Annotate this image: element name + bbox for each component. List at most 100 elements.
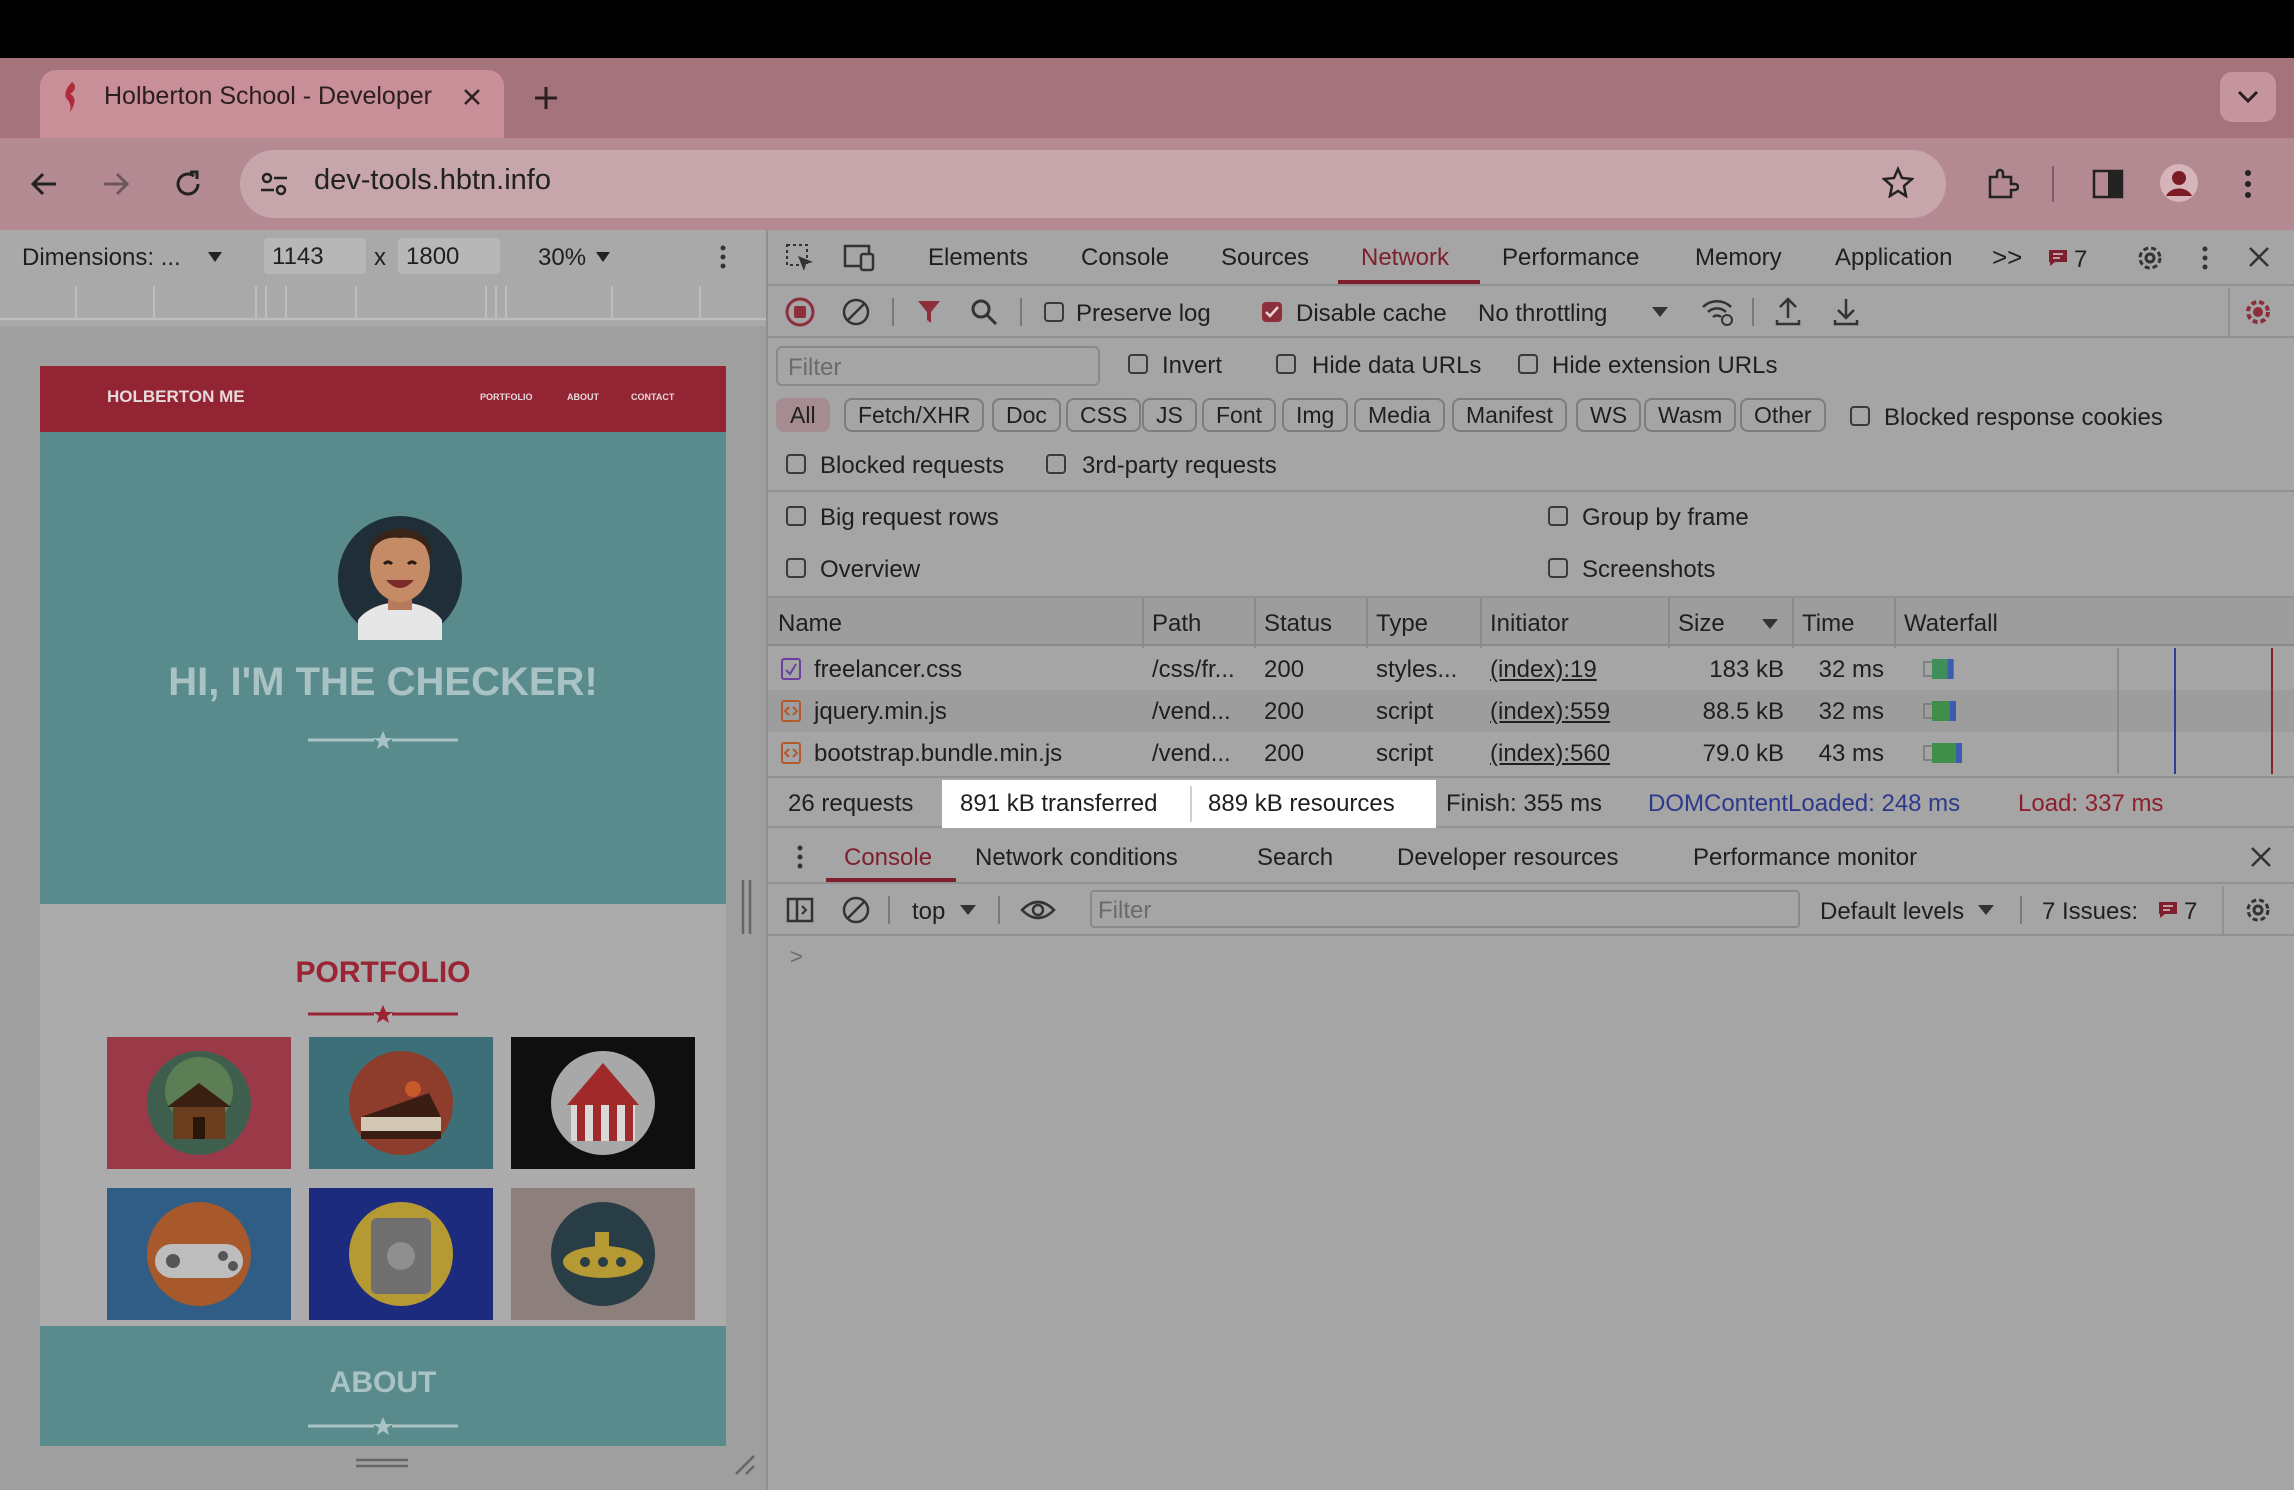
close-tab-icon[interactable] (456, 80, 488, 114)
issues-message-icon[interactable] (2046, 246, 2070, 270)
third-party-checkbox[interactable] (1046, 454, 1066, 474)
zoom-dropdown-icon[interactable] (594, 246, 612, 268)
throttling-dropdown-icon[interactable] (1650, 302, 1670, 322)
portfolio-tile-cabin[interactable] (107, 1037, 291, 1169)
log-levels-select[interactable]: Default levels (1820, 898, 1964, 926)
dimensions-dropdown-icon[interactable] (204, 246, 226, 268)
column-header-type[interactable]: Type (1376, 610, 1428, 638)
screenshots-checkbox[interactable] (1548, 558, 1568, 578)
filter-type-wasm[interactable]: Wasm (1644, 398, 1737, 432)
blocked-requests-checkbox[interactable] (786, 454, 806, 474)
console-issues-count[interactable]: 7 (2184, 898, 2197, 926)
console-filter-input[interactable]: Filter (1090, 890, 1800, 928)
sort-descending-icon[interactable] (1760, 614, 1780, 634)
network-settings-icon[interactable] (2240, 294, 2276, 330)
filter-type-js[interactable]: JS (1142, 398, 1197, 432)
search-icon[interactable] (968, 296, 1000, 328)
console-sidebar-icon[interactable] (784, 894, 816, 926)
drawer-tab-search[interactable]: Search (1257, 844, 1333, 872)
record-stop-icon[interactable] (784, 296, 816, 328)
drawer-tab-developer-resources[interactable]: Developer resources (1397, 844, 1618, 872)
close-devtools-icon[interactable] (2244, 242, 2274, 272)
portfolio-tile-circus[interactable] (511, 1037, 695, 1169)
column-header-status[interactable]: Status (1264, 610, 1332, 638)
filter-type-css[interactable]: CSS (1066, 398, 1142, 432)
extensions-icon[interactable] (1980, 162, 2024, 206)
close-drawer-icon[interactable] (2246, 842, 2276, 872)
column-header-size[interactable]: Size (1678, 610, 1725, 638)
height-input[interactable]: 1800 (398, 238, 500, 274)
request-name[interactable]: bootstrap.bundle.min.js (814, 740, 1062, 768)
tab-elements[interactable]: Elements (928, 244, 1028, 272)
column-header-time[interactable]: Time (1802, 610, 1854, 638)
live-expression-eye-icon[interactable] (1018, 894, 1058, 926)
clear-icon[interactable] (840, 296, 872, 328)
tab-memory[interactable]: Memory (1695, 244, 1782, 272)
portfolio-tile-submarine[interactable] (511, 1188, 695, 1320)
network-conditions-icon[interactable] (1700, 296, 1736, 328)
filter-type-font[interactable]: Font (1202, 398, 1277, 432)
blocked-response-cookies-checkbox[interactable] (1850, 406, 1870, 426)
console-issues-icon[interactable] (2156, 898, 2180, 922)
invert-checkbox[interactable] (1128, 354, 1148, 374)
portfolio-tile-cake[interactable] (309, 1037, 493, 1169)
devtools-more-icon[interactable] (2194, 240, 2216, 276)
drawer-menu-icon[interactable] (790, 840, 810, 874)
filter-type-media[interactable]: Media (1354, 398, 1445, 432)
filter-type-other[interactable]: Other (1740, 398, 1826, 432)
drawer-tab-console[interactable]: Console (844, 844, 932, 872)
profile-avatar[interactable] (2156, 160, 2202, 206)
preserve-log-checkbox[interactable] (1044, 302, 1064, 322)
overview-checkbox[interactable] (786, 558, 806, 578)
filter-type-doc[interactable]: Doc (992, 398, 1061, 432)
portfolio-tile-controller[interactable] (107, 1188, 291, 1320)
drawer-tab-performance-monitor[interactable]: Performance monitor (1693, 844, 1917, 872)
request-name[interactable]: freelancer.css (814, 656, 962, 684)
drawer-tab-network-conditions[interactable]: Network conditions (975, 844, 1178, 872)
disable-cache-checkbox[interactable] (1262, 302, 1282, 322)
column-header-path[interactable]: Path (1152, 610, 1201, 638)
settings-gear-icon[interactable] (2130, 238, 2170, 278)
nav-link-portfolio[interactable]: PORTFOLIO (480, 392, 533, 402)
side-panel-icon[interactable] (2086, 162, 2130, 206)
hide-data-urls-checkbox[interactable] (1276, 354, 1296, 374)
forward-icon[interactable] (96, 164, 136, 204)
tab-sources[interactable]: Sources (1221, 244, 1309, 272)
nav-link-about[interactable]: ABOUT (567, 392, 599, 402)
context-dropdown-icon[interactable] (958, 900, 978, 920)
console-prompt[interactable]: > (790, 944, 803, 970)
column-header-waterfall[interactable]: Waterfall (1904, 610, 1998, 638)
clear-console-icon[interactable] (840, 894, 872, 926)
request-initiator-link[interactable]: (index):559 (1490, 698, 1610, 726)
levels-dropdown-icon[interactable] (1976, 900, 1996, 920)
portfolio-tile-safe[interactable] (309, 1188, 493, 1320)
resize-handle-bottom[interactable] (356, 1458, 408, 1468)
new-tab-icon[interactable] (526, 78, 566, 118)
console-settings-icon[interactable] (2240, 892, 2276, 928)
group-by-frame-checkbox[interactable] (1548, 506, 1568, 526)
request-initiator-link[interactable]: (index):560 (1490, 740, 1610, 768)
filter-type-manifest[interactable]: Manifest (1452, 398, 1567, 432)
device-toggle-icon[interactable] (838, 240, 878, 276)
filter-type-fetch[interactable]: Fetch/XHR (844, 398, 985, 432)
tab-application[interactable]: Application (1835, 244, 1952, 272)
tab-network[interactable]: Network (1361, 244, 1449, 272)
tab-console[interactable]: Console (1081, 244, 1169, 272)
width-input[interactable]: 1143 (264, 238, 366, 274)
tab-performance[interactable]: Performance (1502, 244, 1639, 272)
context-select[interactable]: top (912, 898, 945, 926)
site-info-icon[interactable] (256, 166, 292, 202)
throttling-select[interactable]: No throttling (1478, 300, 1607, 328)
network-filter-input[interactable]: Filter (776, 346, 1100, 386)
resize-handle-right[interactable] (740, 880, 754, 934)
column-header-initiator[interactable]: Initiator (1490, 610, 1569, 638)
bookmark-star-icon[interactable] (1878, 162, 1918, 202)
back-icon[interactable] (24, 164, 64, 204)
filter-type-ws[interactable]: WS (1576, 398, 1642, 432)
request-name[interactable]: jquery.min.js (814, 698, 947, 726)
filter-funnel-icon[interactable] (914, 296, 944, 328)
zoom-select[interactable]: 30% (538, 244, 586, 272)
tab-search-button[interactable] (2220, 72, 2276, 122)
site-brand[interactable]: HOLBERTON ME (107, 387, 245, 407)
dimensions-select[interactable]: Dimensions: ... (22, 244, 181, 272)
